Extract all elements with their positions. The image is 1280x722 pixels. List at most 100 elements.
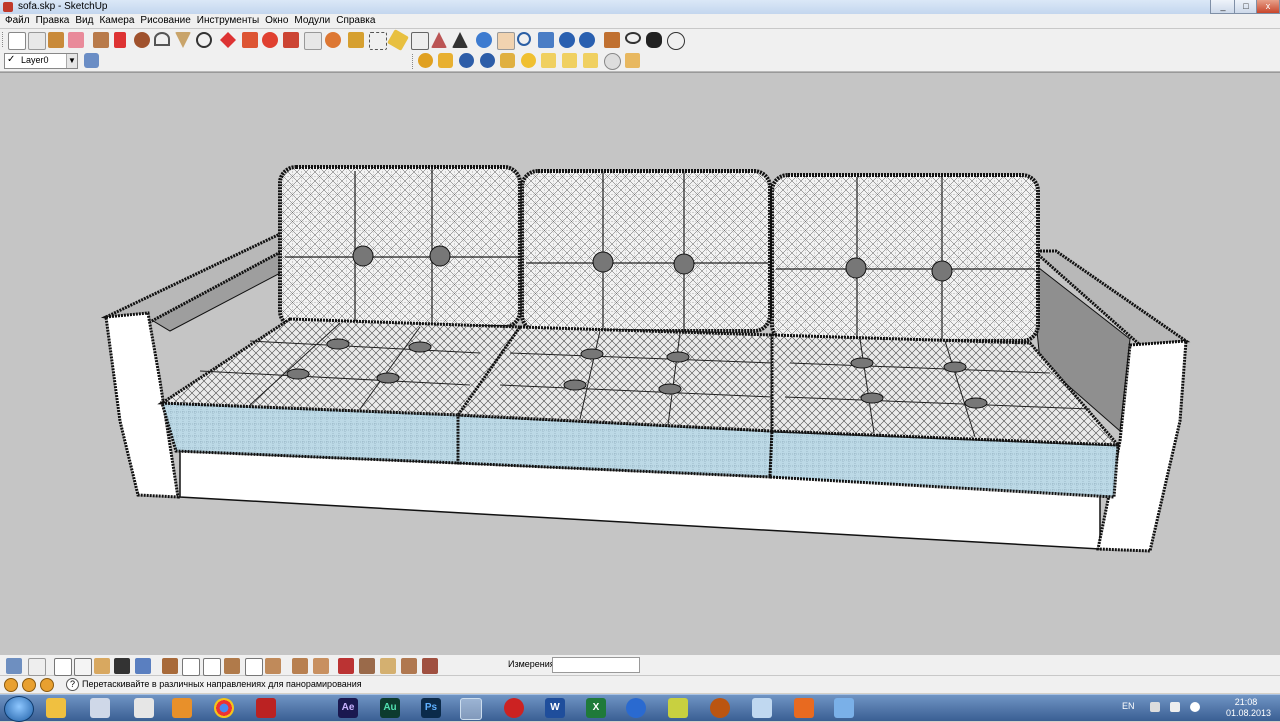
plugin-r-icon[interactable] (459, 53, 474, 68)
language-indicator[interactable]: EN (1122, 701, 1135, 711)
help-icon[interactable]: ? (66, 678, 79, 691)
shaded-icon[interactable] (94, 658, 110, 674)
paint-bucket-icon[interactable] (48, 32, 64, 48)
menu-tools[interactable]: Инструменты (194, 14, 262, 28)
eraser-icon[interactable] (68, 32, 84, 48)
spotlight-icon[interactable] (541, 53, 556, 68)
user-icon[interactable] (40, 678, 54, 692)
flip-edge-icon[interactable] (422, 658, 438, 674)
note-icon[interactable] (668, 698, 688, 718)
dimension-icon[interactable] (369, 32, 387, 50)
select-arrow-icon[interactable] (8, 32, 26, 50)
layer-manager-icon[interactable] (84, 53, 99, 68)
section-plane-icon[interactable] (667, 32, 685, 50)
make-component-icon[interactable] (28, 32, 46, 50)
rectangle-icon[interactable] (93, 32, 109, 48)
monitor-icon[interactable] (752, 698, 772, 718)
measurements-input[interactable] (552, 657, 640, 673)
sandbox-icon[interactable] (338, 658, 354, 674)
tray-icon[interactable] (1150, 702, 1160, 712)
cross-icon[interactable] (625, 53, 640, 68)
smoove-icon[interactable] (359, 658, 375, 674)
model-viewport[interactable] (0, 72, 1280, 656)
sphere-icon[interactable] (604, 53, 621, 70)
circle-icon[interactable] (134, 32, 150, 48)
axes-icon[interactable] (431, 32, 447, 48)
zoom-window-icon[interactable] (538, 32, 554, 48)
orbit-icon[interactable] (476, 32, 492, 48)
zoom-extents-icon[interactable] (579, 32, 595, 48)
monochrome-icon[interactable] (135, 658, 151, 674)
arc-icon[interactable] (154, 32, 170, 46)
look-around-eye-icon[interactable] (625, 32, 641, 44)
pin-icon[interactable] (583, 53, 598, 68)
plugin-m-icon[interactable] (418, 53, 433, 68)
maximize-icon[interactable]: □ (1234, 0, 1258, 14)
wireframe-icon[interactable] (74, 658, 92, 676)
menu-window[interactable]: Окно (262, 14, 291, 28)
iso-view-icon[interactable] (6, 658, 22, 674)
plugin-z-icon[interactable] (480, 53, 495, 68)
layer-dropdown[interactable]: ✓ Layer0 ▼ (4, 53, 78, 69)
move-icon[interactable] (220, 32, 236, 48)
after-effects-icon[interactable]: Ae (338, 698, 358, 718)
minimize-icon[interactable]: _ (1210, 0, 1236, 14)
tape-measure-icon[interactable] (348, 32, 364, 48)
explorer-icon[interactable] (46, 698, 66, 718)
top-view-icon[interactable] (28, 658, 46, 676)
acrobat-icon[interactable] (256, 698, 276, 718)
sketchup-taskbar-icon[interactable] (460, 698, 482, 720)
position-camera-icon[interactable] (604, 32, 620, 48)
freehand-icon[interactable] (196, 32, 212, 48)
left-house-icon[interactable] (265, 658, 281, 674)
start-button[interactable] (4, 696, 34, 722)
pan-hand-icon[interactable] (497, 32, 515, 50)
xray-icon[interactable] (54, 658, 72, 676)
menu-draw[interactable]: Рисование (137, 14, 193, 28)
back-house-icon[interactable] (245, 658, 263, 676)
filezilla-icon[interactable] (504, 698, 524, 718)
tag-icon[interactable] (438, 53, 453, 68)
office-icon[interactable] (794, 698, 814, 718)
line-pencil-icon[interactable] (114, 32, 126, 48)
follow-me-icon[interactable] (283, 32, 299, 48)
protractor-icon[interactable] (387, 29, 409, 51)
box-open-icon[interactable] (313, 658, 329, 674)
red-app-icon[interactable] (710, 698, 730, 718)
media-player-icon[interactable] (172, 698, 192, 718)
notepad-icon[interactable] (134, 698, 154, 718)
menu-plugins[interactable]: Модули (291, 14, 333, 28)
media-center-icon[interactable] (626, 698, 646, 718)
light-bulb-icon[interactable] (521, 53, 536, 68)
top-house-icon[interactable] (182, 658, 200, 676)
menu-view[interactable]: Вид (72, 14, 96, 28)
rotate-icon[interactable] (262, 32, 278, 48)
shaded-textures-icon[interactable] (114, 658, 130, 674)
iso-house-icon[interactable] (162, 658, 178, 674)
3d-text-icon[interactable] (452, 32, 468, 48)
zoom-icon[interactable] (517, 32, 531, 46)
push-pull-icon[interactable] (242, 32, 258, 48)
excel-icon[interactable]: X (586, 698, 606, 718)
menu-help[interactable]: Справка (333, 14, 378, 28)
close-icon[interactable]: x (1256, 0, 1280, 14)
front-house-icon[interactable] (203, 658, 221, 676)
text-icon[interactable] (411, 32, 429, 50)
menu-edit[interactable]: Правка (33, 14, 73, 28)
network-icon[interactable] (1170, 702, 1180, 712)
word-icon[interactable]: W (545, 698, 565, 718)
previous-view-icon[interactable] (559, 32, 575, 48)
system-clock[interactable]: 21:08 01.08.2013 (1226, 697, 1271, 719)
installer-icon[interactable] (834, 698, 854, 718)
menu-camera[interactable]: Камера (96, 14, 137, 28)
offset-icon[interactable] (325, 32, 341, 48)
credits-icon[interactable] (22, 678, 36, 692)
geolocation-icon[interactable] (4, 678, 18, 692)
drape-icon[interactable] (401, 658, 417, 674)
flag-icon[interactable] (562, 53, 577, 68)
volume-icon[interactable] (1190, 702, 1200, 712)
polygon-icon[interactable] (175, 32, 191, 48)
stamp-icon[interactable] (380, 658, 396, 674)
right-house-icon[interactable] (224, 658, 240, 674)
box-icon[interactable] (292, 658, 308, 674)
